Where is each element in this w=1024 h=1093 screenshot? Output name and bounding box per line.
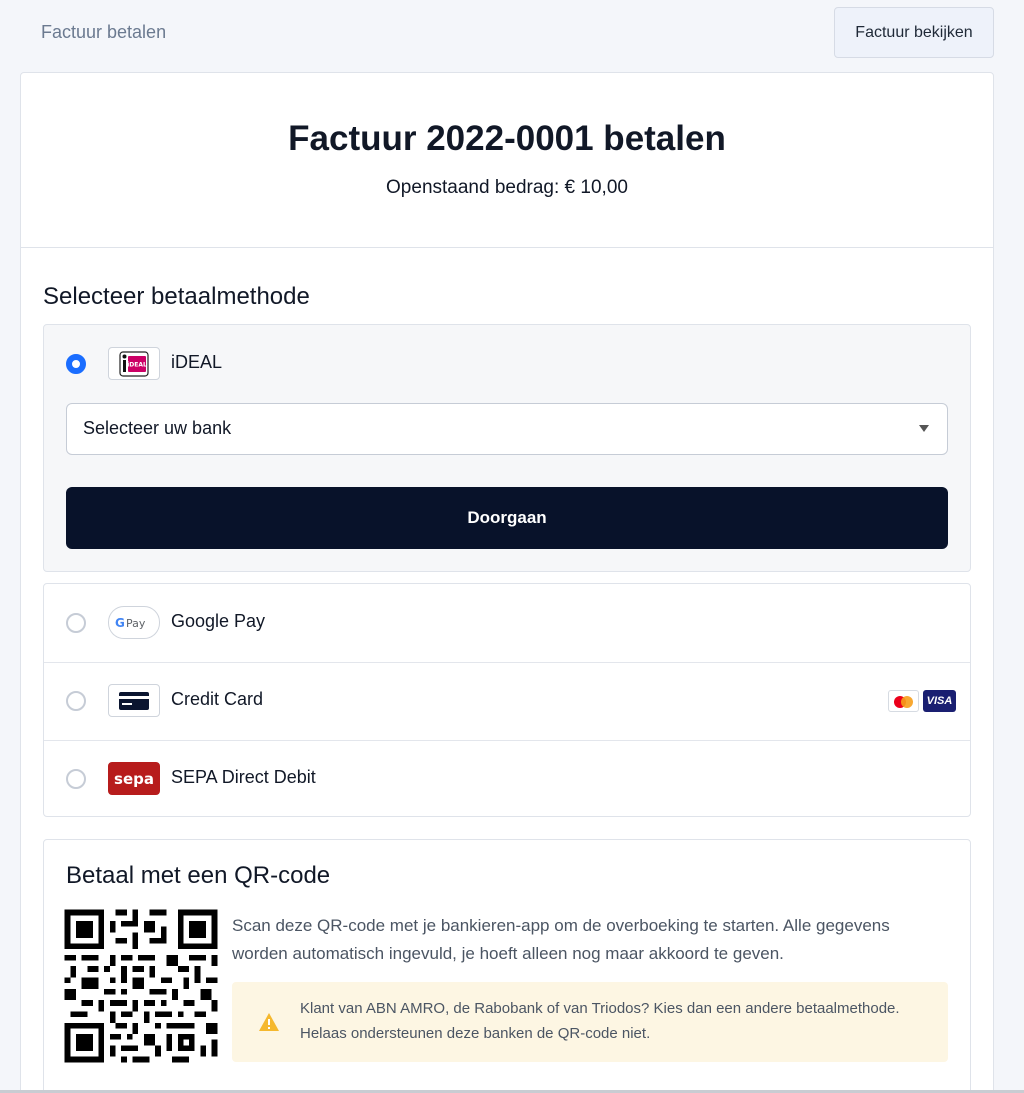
payment-method-sepa[interactable]: sepa SEPA Direct Debit <box>44 740 970 818</box>
credit-card-icon <box>108 684 160 717</box>
qr-code-icon <box>58 904 224 1068</box>
qr-section: Betaal met een QR-code Scan deze QR-code… <box>43 839 971 1093</box>
payment-method-heading: Selecteer betaalmethode <box>43 283 310 310</box>
view-invoice-button[interactable]: Factuur bekijken <box>834 7 994 58</box>
mastercard-icon <box>888 690 919 712</box>
ideal-label: iDEAL <box>171 352 223 372</box>
google-pay-logo-icon: G Pay <box>108 606 160 639</box>
sepa-radio[interactable] <box>66 769 86 789</box>
outstanding-amount: Openstaand bedrag: € 10,00 <box>386 177 628 198</box>
invoice-header: Factuur 2022-0001 betalen Openstaand bed… <box>21 73 993 248</box>
bank-select[interactable]: Selecteer uw bank <box>66 403 948 455</box>
caret-down-icon <box>919 425 929 432</box>
credit-card-radio[interactable] <box>66 691 86 711</box>
page-title: Factuur betalen <box>41 22 167 42</box>
svg-text:iDEAL: iDEAL <box>127 361 147 368</box>
card-brands: VISA <box>888 690 956 712</box>
payment-method-list: G Pay Google Pay Credit Card VISA sepa S… <box>43 583 971 817</box>
payment-method-ideal[interactable]: iDEAL iDEAL Selecteer uw bank Doorgaan <box>43 324 971 572</box>
payment-method-google-pay[interactable]: G Pay Google Pay <box>44 584 970 662</box>
visa-icon: VISA <box>923 690 956 712</box>
google-pay-label: Google Pay <box>171 611 266 631</box>
qr-description: Scan deze QR-code met je bankieren-app o… <box>232 916 890 963</box>
sepa-label: SEPA Direct Debit <box>171 767 316 787</box>
qr-title: Betaal met een QR-code <box>66 862 331 889</box>
qr-warning: Klant van ABN AMRO, de Rabobank of van T… <box>232 982 948 1062</box>
ideal-radio[interactable] <box>66 354 86 374</box>
qr-warning-text: Klant van ABN AMRO, de Rabobank of van T… <box>300 1000 900 1042</box>
top-bar: Factuur betalen Factuur bekijken <box>0 0 1024 66</box>
invoice-title: Factuur 2022-0001 betalen <box>288 119 726 158</box>
svg-text:G: G <box>115 616 125 630</box>
google-pay-radio[interactable] <box>66 613 86 633</box>
payment-method-credit-card[interactable]: Credit Card VISA <box>44 662 970 740</box>
ideal-logo-icon: iDEAL <box>108 347 160 380</box>
continue-button[interactable]: Doorgaan <box>66 487 948 549</box>
bank-select-value: Selecteer uw bank <box>83 418 232 438</box>
sepa-logo-icon: sepa <box>108 762 160 795</box>
svg-text:Pay: Pay <box>126 617 146 630</box>
payment-card: Factuur 2022-0001 betalen Openstaand bed… <box>20 72 994 1093</box>
warning-icon <box>258 1012 280 1037</box>
svg-text:sepa: sepa <box>114 770 154 788</box>
credit-card-label: Credit Card <box>171 689 264 709</box>
